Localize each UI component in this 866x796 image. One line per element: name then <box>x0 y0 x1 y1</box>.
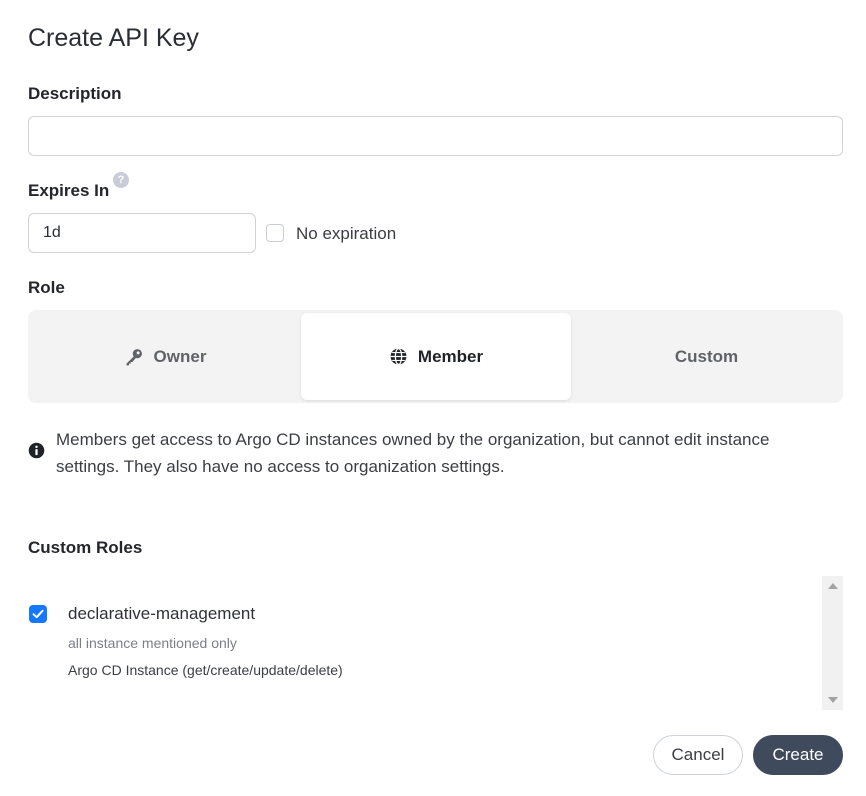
scroll-down-icon[interactable] <box>828 697 838 703</box>
role-option-member-label: Member <box>417 346 484 366</box>
create-button[interactable]: Create <box>753 735 843 775</box>
expires-in-label: Expires In <box>28 181 110 200</box>
role-option-owner-label: Owner <box>153 346 207 366</box>
key-icon <box>126 348 142 365</box>
role-label: Role <box>28 278 65 297</box>
role-info-text: Members get access to Argo CD instances … <box>56 430 770 476</box>
custom-roles-scrollbar[interactable] <box>822 576 843 710</box>
custom-role-name[interactable]: declarative-management <box>68 604 255 624</box>
cancel-button[interactable]: Cancel <box>653 735 743 775</box>
scroll-up-icon[interactable] <box>828 583 838 589</box>
dialog-title: Create API Key <box>28 24 199 52</box>
description-input[interactable] <box>28 116 843 156</box>
custom-roles-label: Custom Roles <box>28 538 143 557</box>
no-expiration-checkbox[interactable] <box>266 224 284 242</box>
create-api-key-dialog: Create API Key Description Expires In ? … <box>0 0 866 796</box>
no-expiration-label[interactable]: No expiration <box>296 224 396 244</box>
custom-role-checkbox[interactable] <box>29 605 47 623</box>
expires-in-input[interactable] <box>28 213 256 253</box>
custom-role-scope: all instance mentioned only <box>68 635 237 651</box>
role-option-member[interactable]: Member <box>301 313 571 400</box>
custom-role-permissions: Argo CD Instance (get/create/update/dele… <box>68 662 343 678</box>
description-label: Description <box>28 84 122 103</box>
role-option-owner[interactable]: Owner <box>31 313 299 400</box>
question-circle-icon[interactable]: ? <box>113 172 129 188</box>
checkmark-icon <box>32 609 44 619</box>
role-selector: Owner Member Custom <box>28 310 843 403</box>
globe-icon <box>390 347 407 366</box>
info-icon <box>28 442 45 459</box>
role-option-custom-label: Custom <box>674 346 739 366</box>
role-option-custom[interactable]: Custom <box>573 313 840 400</box>
